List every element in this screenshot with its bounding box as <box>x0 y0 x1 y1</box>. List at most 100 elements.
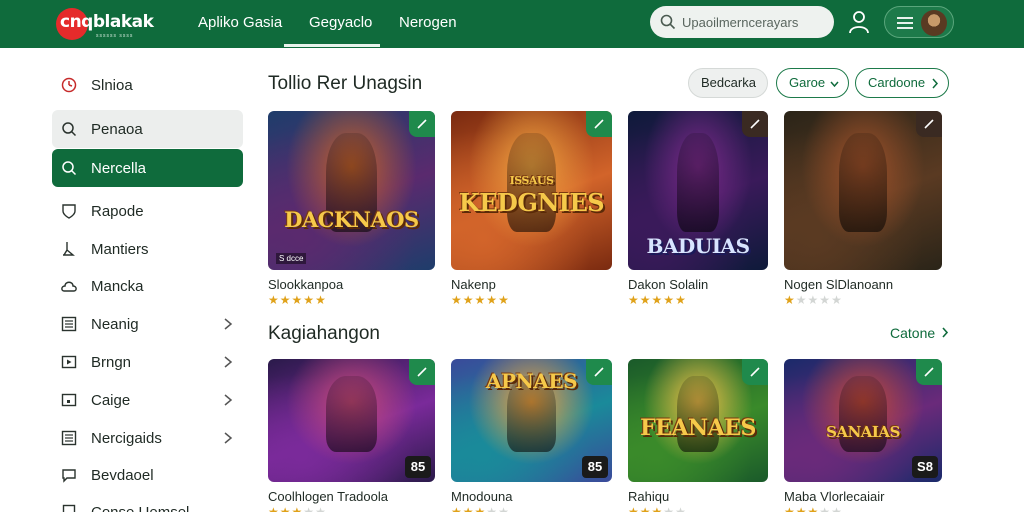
star-icon: ★ <box>303 293 316 307</box>
star-icon: ★ <box>831 293 843 307</box>
sidebar-item-search[interactable]: Penaoa <box>52 110 243 148</box>
game-card[interactable]: 85 <box>268 359 435 482</box>
star-rating: ★★★★★ <box>784 293 843 307</box>
star-rating: ★★★★★ <box>268 505 327 512</box>
install-badge[interactable] <box>916 359 942 385</box>
star-icon: ★ <box>486 293 499 307</box>
top-navigation-bar: cnqblakak ssssss ssss Apliko Gasia Gegya… <box>0 0 1024 48</box>
star-rating: ★★★★★ <box>268 293 327 307</box>
game-card[interactable]: FEANAES <box>628 359 768 482</box>
star-icon: ★ <box>639 505 652 512</box>
section-title-top: Tollio Rer Unagsin <box>268 73 423 94</box>
game-card[interactable] <box>784 111 942 270</box>
star-icon: ★ <box>291 505 304 512</box>
filter-button-bookmarks[interactable]: Bedcarka <box>688 68 768 98</box>
sidebar-item-caige[interactable]: Caige <box>52 381 243 419</box>
star-icon: ★ <box>807 505 820 512</box>
game-name[interactable]: Slookkanpoa <box>268 277 343 292</box>
game-name[interactable]: Rahiqu <box>628 489 669 504</box>
game-name[interactable]: Nakenp <box>451 277 496 292</box>
see-all-link[interactable]: Catone <box>890 325 949 341</box>
sidebar-item-mantiers[interactable]: Mantiers <box>52 230 243 268</box>
pencil-icon <box>417 367 427 377</box>
game-art-title: BADUIAS <box>646 234 750 258</box>
sidebar-item-label: Slnioa <box>91 77 133 94</box>
star-rating: ★★★★★ <box>451 293 510 307</box>
install-badge[interactable] <box>916 111 942 137</box>
search-input[interactable] <box>682 11 826 33</box>
sidebar-item-bevdaoel[interactable]: Bevdaoel <box>52 456 243 494</box>
star-icon: ★ <box>639 293 652 307</box>
sidebar-item-mancka[interactable]: Mancka <box>52 267 243 305</box>
sidebar-item-rapode[interactable]: Rapode <box>52 192 243 230</box>
star-icon: ★ <box>451 293 463 307</box>
sidebar-item-recent[interactable]: Slnioa <box>52 66 243 104</box>
avatar <box>921 10 947 36</box>
install-badge[interactable] <box>742 111 768 137</box>
genre-dropdown[interactable]: Garoe <box>776 68 849 98</box>
install-badge[interactable] <box>586 111 612 137</box>
sidebar-item-label: Neanig <box>91 316 139 333</box>
star-icon: ★ <box>498 293 510 307</box>
game-name[interactable]: Dakon Solalin <box>628 277 708 292</box>
game-name[interactable]: Maba Vlorlecaiair <box>784 489 884 504</box>
star-icon: ★ <box>279 293 292 307</box>
clock-icon <box>61 77 77 93</box>
game-card[interactable]: APNAES 85 <box>451 359 612 482</box>
pencil-icon <box>750 119 760 129</box>
install-badge[interactable] <box>742 359 768 385</box>
chat-icon <box>62 469 76 483</box>
sidebar-item-label: Brngn <box>91 354 132 371</box>
star-icon: ★ <box>784 505 796 512</box>
install-badge[interactable] <box>586 359 612 385</box>
install-badge[interactable] <box>409 111 435 137</box>
game-name[interactable]: Coolhlogen Tradoola <box>268 489 388 504</box>
star-icon: ★ <box>795 293 808 307</box>
game-art-title: FEANAES <box>640 415 756 441</box>
user-icon[interactable] <box>848 10 870 34</box>
active-tab-indicator <box>284 44 380 47</box>
star-icon: ★ <box>474 293 487 307</box>
sidebar-item-label: Bevdaoel <box>91 467 154 484</box>
star-icon: ★ <box>831 505 843 512</box>
nav-link-categories[interactable]: Gegyaclo <box>309 14 372 31</box>
game-art-title: KEDGNIES <box>458 188 605 217</box>
more-categories-button[interactable]: Cardoone <box>855 68 949 98</box>
sidebar-item-active[interactable]: Nercella <box>52 149 243 187</box>
grid-icon <box>61 316 77 332</box>
game-card[interactable]: SANAIAS S8 <box>784 359 942 482</box>
shield-icon <box>62 204 76 219</box>
sidebar-item-label: Mancka <box>91 278 144 295</box>
search-icon <box>660 14 676 30</box>
sidebar-item-brngn[interactable]: Brngn <box>52 343 243 381</box>
game-name[interactable]: Mnodouna <box>451 489 512 504</box>
nav-link-apps[interactable]: Apliko Gasia <box>198 14 282 31</box>
account-menu-button[interactable] <box>884 6 954 38</box>
star-icon: ★ <box>819 293 832 307</box>
game-card[interactable]: DACKNAOS S dcce <box>268 111 435 270</box>
install-badge[interactable] <box>409 359 435 385</box>
star-icon: ★ <box>675 293 687 307</box>
sidebar-item-nercigaids[interactable]: Nercigaids <box>52 419 243 457</box>
game-card[interactable]: ISSAUS KEDGNIES <box>451 111 612 270</box>
nav-link-new[interactable]: Nerogen <box>399 14 457 31</box>
game-name[interactable]: Nogen SlDlanoann <box>784 277 893 292</box>
chevron-right-icon <box>932 78 939 89</box>
game-price-tag: S8 <box>912 456 938 478</box>
star-rating: ★★★★★ <box>451 505 510 512</box>
star-icon: ★ <box>651 293 664 307</box>
star-icon: ★ <box>451 505 463 512</box>
star-icon: ★ <box>279 505 292 512</box>
game-card[interactable]: BADUIAS <box>628 111 768 270</box>
brand-logo[interactable]: cnqblakak ssssss ssss <box>56 6 156 40</box>
sidebar-item-neanig[interactable]: Neanig <box>52 305 243 343</box>
chevron-right-icon <box>224 318 233 330</box>
search-bar[interactable] <box>650 6 834 38</box>
star-icon: ★ <box>315 505 327 512</box>
game-art-subtitle: ISSAUS <box>509 174 554 187</box>
star-rating: ★★★★★ <box>628 293 687 307</box>
star-icon: ★ <box>675 505 687 512</box>
star-icon: ★ <box>462 293 475 307</box>
pencil-icon <box>924 367 934 377</box>
sidebar-item-conse[interactable]: Conse Uemsel <box>52 493 243 512</box>
